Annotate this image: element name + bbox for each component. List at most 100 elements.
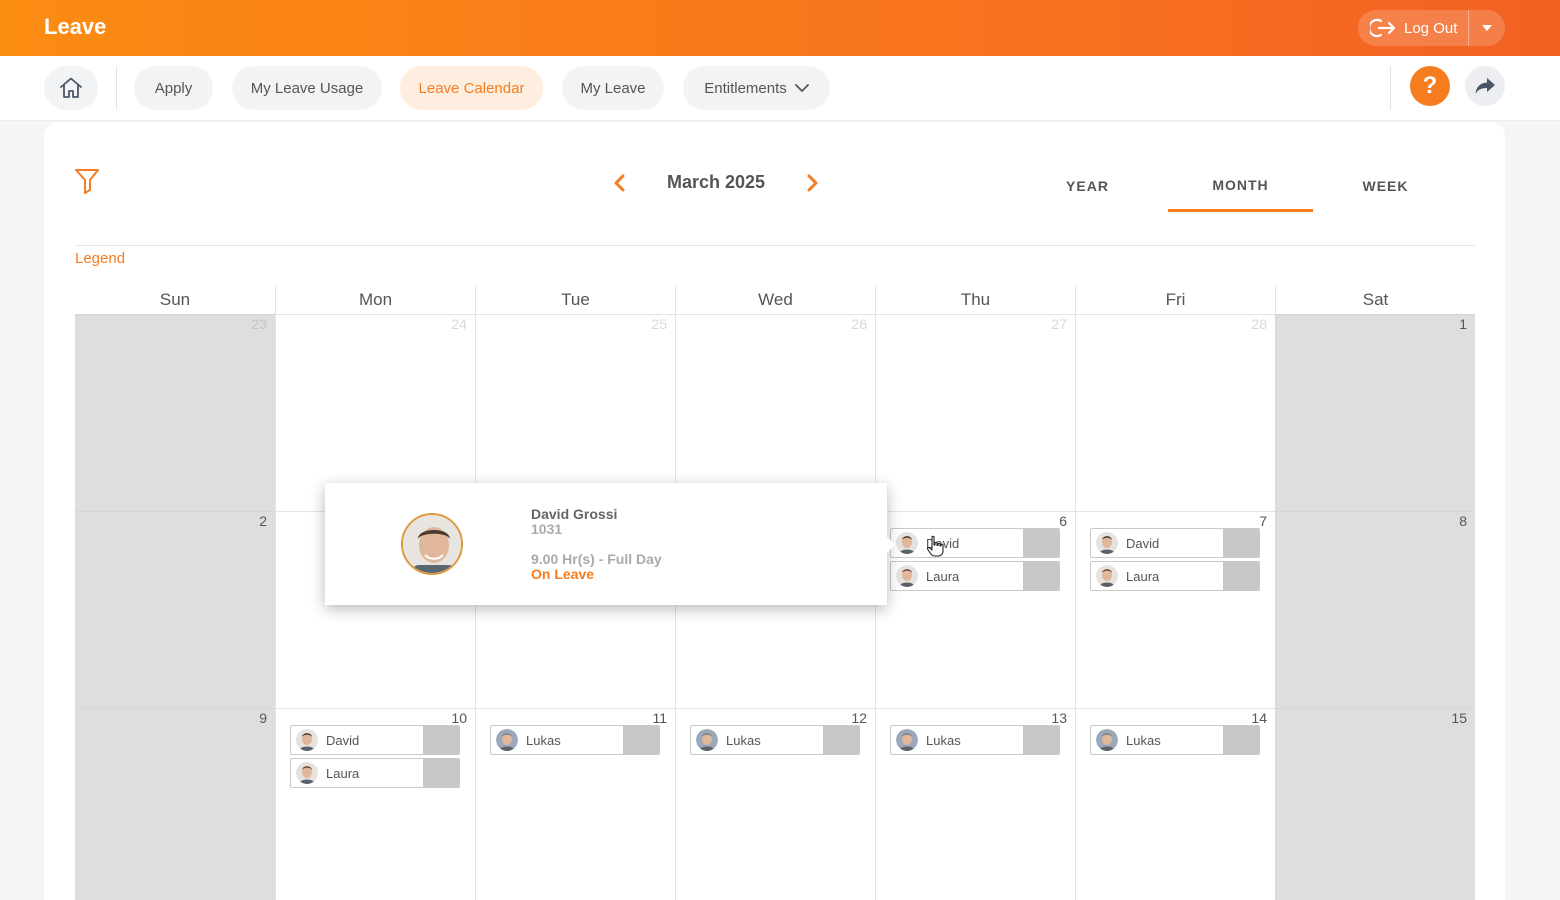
leave-entry-chip[interactable]: David bbox=[290, 725, 460, 755]
day-number: 27 bbox=[1051, 316, 1067, 332]
leave-entry-name: Lukas bbox=[926, 732, 961, 748]
chevron-right-icon bbox=[807, 174, 818, 192]
weekday-label: Thu bbox=[875, 286, 1075, 314]
leave-entry-chip[interactable]: Lukas bbox=[690, 725, 860, 755]
nav-entitlements[interactable]: Entitlements bbox=[683, 66, 830, 110]
divider bbox=[116, 66, 117, 110]
weekday-label: Tue bbox=[475, 286, 675, 314]
day-cell[interactable]: 14 Lukas bbox=[1075, 708, 1275, 900]
day-cell[interactable]: 6 David Laura bbox=[875, 511, 1075, 708]
leave-entry-name: David bbox=[1126, 535, 1160, 551]
day-cell[interactable]: 26 bbox=[675, 314, 875, 511]
leave-entry-marker bbox=[1223, 726, 1259, 754]
tooltip-employee-name: David Grossi bbox=[531, 506, 618, 522]
leave-entry-marker bbox=[1023, 529, 1059, 557]
day-number: 7 bbox=[1259, 513, 1267, 529]
leave-entry-name: Laura bbox=[1126, 568, 1160, 584]
day-cell[interactable]: 27 bbox=[875, 314, 1075, 511]
help-button[interactable]: ? bbox=[1410, 66, 1450, 106]
leave-entry-chip[interactable]: Laura bbox=[890, 561, 1060, 591]
leave-entry-name: David bbox=[326, 732, 360, 748]
logout-button[interactable]: Log Out bbox=[1358, 10, 1468, 46]
nav-apply[interactable]: Apply bbox=[134, 66, 213, 110]
avatar bbox=[896, 565, 918, 587]
leave-entry-name: Lukas bbox=[726, 732, 761, 748]
chevron-left-icon bbox=[614, 174, 625, 192]
leave-entry-name: Laura bbox=[326, 765, 360, 781]
divider bbox=[1390, 66, 1391, 110]
day-number: 26 bbox=[851, 316, 867, 332]
tooltip-hours: 9.00 Hr(s) - Full Day bbox=[531, 551, 662, 567]
leave-entry-chip[interactable]: Laura bbox=[290, 758, 460, 788]
prev-month-button[interactable] bbox=[609, 172, 629, 194]
day-number: 15 bbox=[1451, 710, 1467, 726]
leave-entry-marker bbox=[623, 726, 659, 754]
avatar bbox=[1096, 532, 1118, 554]
tab-week[interactable]: WEEK bbox=[1313, 160, 1458, 212]
avatar bbox=[896, 729, 918, 751]
nav-my-leave-usage[interactable]: My Leave Usage bbox=[232, 66, 382, 110]
day-cell[interactable]: 7 David Laura bbox=[1075, 511, 1275, 708]
leave-entry-marker bbox=[1223, 562, 1259, 590]
weekday-header: Sun Mon Tue Wed Thu Fri Sat bbox=[75, 286, 1475, 314]
leave-entry-marker bbox=[1023, 726, 1059, 754]
nav-my-leave[interactable]: My Leave bbox=[562, 66, 664, 110]
avatar bbox=[896, 532, 918, 554]
day-number: 13 bbox=[1051, 710, 1067, 726]
day-number: 24 bbox=[451, 316, 467, 332]
day-number: 1 bbox=[1459, 316, 1467, 332]
leave-entry-marker bbox=[1023, 562, 1059, 590]
avatar bbox=[296, 762, 318, 784]
avatar bbox=[1096, 565, 1118, 587]
day-cell[interactable]: 2 bbox=[75, 511, 275, 708]
avatar bbox=[401, 513, 463, 575]
leave-entry-chip[interactable]: David bbox=[1090, 528, 1260, 558]
day-number: 6 bbox=[1059, 513, 1067, 529]
tab-year[interactable]: YEAR bbox=[1015, 160, 1160, 212]
day-cell[interactable]: 10 David Laura bbox=[275, 708, 475, 900]
day-number: 23 bbox=[251, 316, 267, 332]
legend-link[interactable]: Legend bbox=[75, 250, 125, 267]
day-number: 12 bbox=[851, 710, 867, 726]
weekday-label: Wed bbox=[675, 286, 875, 314]
leave-entry-chip[interactable]: Lukas bbox=[890, 725, 1060, 755]
day-cell[interactable]: 13 Lukas bbox=[875, 708, 1075, 900]
leave-tooltip: David Grossi 1031 9.00 Hr(s) - Full Day … bbox=[325, 483, 895, 605]
nav-entitlements-label: Entitlements bbox=[704, 79, 787, 97]
weekday-label: Mon bbox=[275, 286, 475, 314]
tab-month[interactable]: MONTH bbox=[1168, 160, 1313, 212]
day-cell[interactable]: 9 bbox=[75, 708, 275, 900]
leave-entry-chip[interactable]: Lukas bbox=[490, 725, 660, 755]
day-number: 14 bbox=[1251, 710, 1267, 726]
month-label: March 2025 bbox=[666, 172, 766, 192]
day-cell[interactable]: 15 bbox=[1275, 708, 1475, 900]
share-button[interactable] bbox=[1465, 66, 1505, 106]
nav-bar: Apply My Leave Usage Leave Calendar My L… bbox=[0, 56, 1560, 121]
leave-entry-chip[interactable]: David bbox=[890, 528, 1060, 558]
day-cell[interactable]: 25 bbox=[475, 314, 675, 511]
next-month-button[interactable] bbox=[803, 172, 823, 194]
day-cell[interactable]: 24 bbox=[275, 314, 475, 511]
avatar bbox=[696, 729, 718, 751]
day-cell[interactable]: 8 bbox=[1275, 511, 1475, 708]
day-cell[interactable]: 23 bbox=[75, 314, 275, 511]
leave-entry-chip[interactable]: Lukas bbox=[1090, 725, 1260, 755]
weekday-label: Fri bbox=[1075, 286, 1275, 314]
chevron-down-icon bbox=[794, 83, 809, 92]
logout-label: Log Out bbox=[1404, 19, 1458, 37]
avatar bbox=[296, 729, 318, 751]
top-bar: Leave Log Out bbox=[0, 0, 1560, 56]
day-cell[interactable]: 1 bbox=[1275, 314, 1475, 511]
day-cell[interactable]: 11 Lukas bbox=[475, 708, 675, 900]
leave-entry-name: Lukas bbox=[526, 732, 561, 748]
day-number: 10 bbox=[451, 710, 467, 726]
home-button[interactable] bbox=[44, 66, 98, 110]
day-cell[interactable]: 28 bbox=[1075, 314, 1275, 511]
day-cell[interactable]: 12 Lukas bbox=[675, 708, 875, 900]
account-menu-toggle[interactable] bbox=[1469, 10, 1505, 46]
filter-button[interactable] bbox=[74, 167, 102, 195]
nav-leave-calendar[interactable]: Leave Calendar bbox=[400, 66, 543, 110]
day-number: 11 bbox=[652, 710, 667, 726]
leave-entry-chip[interactable]: Laura bbox=[1090, 561, 1260, 591]
leave-entry-marker bbox=[423, 759, 459, 787]
